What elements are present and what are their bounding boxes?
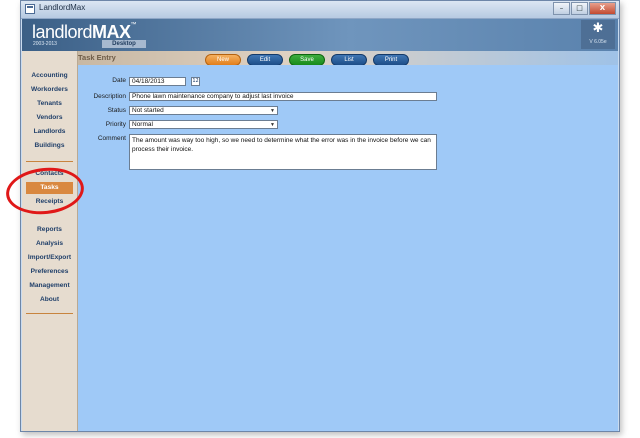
window-controls: – □ X	[552, 2, 616, 15]
date-field[interactable]: 04/18/2013	[129, 77, 186, 86]
sidebar-item-landlords[interactable]: Landlords	[22, 126, 77, 138]
star-icon: ✱	[592, 21, 604, 36]
sidebar-item-buildings[interactable]: Buildings	[22, 140, 77, 152]
section-header: Task Entry New Edit Save List Print	[78, 51, 618, 66]
sidebar-item-reports[interactable]: Reports	[22, 224, 77, 236]
edition-badge: Desktop	[102, 40, 146, 48]
copyright-years: 2003-2013	[33, 41, 57, 47]
app-icon	[25, 4, 35, 14]
comment-field[interactable]: The amount was way too high, so we need …	[129, 134, 437, 170]
chevron-down-icon: ▼	[270, 108, 275, 114]
status-select[interactable]: Not started ▼	[129, 106, 278, 115]
maximize-button[interactable]: □	[571, 2, 588, 15]
sidebar-item-vendors[interactable]: Vendors	[22, 112, 77, 124]
sidebar-item-workorders[interactable]: Workorders	[22, 84, 77, 96]
sidebar-divider	[26, 313, 73, 314]
app-window: LandlordMax – □ X landlordMAX™ 2003-2013…	[20, 0, 620, 432]
description-label: Description	[93, 93, 126, 100]
sidebar-item-preferences[interactable]: Preferences	[22, 266, 77, 278]
calendar-icon[interactable]: 12	[191, 77, 200, 86]
window-title: LandlordMax	[39, 3, 86, 12]
section-title: Task Entry	[78, 53, 116, 62]
date-label: Date	[112, 77, 126, 84]
sidebar-item-management[interactable]: Management	[22, 280, 77, 292]
sidebar-item-accounting[interactable]: Accounting	[22, 70, 77, 82]
status-value: Not started	[132, 107, 164, 114]
sidebar-item-about[interactable]: About	[22, 294, 77, 306]
title-bar[interactable]: LandlordMax – □ X	[21, 1, 619, 19]
sidebar-item-import-export[interactable]: Import/Export	[22, 252, 77, 264]
task-entry-form: Date 04/18/2013 12 Description Phone law…	[78, 65, 618, 431]
sidebar-nav: Accounting Workorders Tenants Vendors La…	[22, 51, 78, 431]
chevron-down-icon: ▼	[270, 122, 275, 128]
sidebar-item-tenants[interactable]: Tenants	[22, 98, 77, 110]
version-box: ✱ V 6.05e	[581, 20, 615, 49]
comment-label: Comment	[97, 135, 126, 142]
minimize-button[interactable]: –	[553, 2, 570, 15]
priority-value: Normal	[132, 121, 153, 128]
version-label: V 6.05e	[589, 39, 607, 45]
description-field[interactable]: Phone lawn maintenance company to adjust…	[129, 92, 437, 101]
sidebar-divider	[26, 161, 73, 162]
sidebar-item-analysis[interactable]: Analysis	[22, 238, 77, 250]
priority-label: Priority	[105, 121, 126, 128]
close-button[interactable]: X	[589, 2, 616, 15]
app-header: landlordMAX™ 2003-2013 Desktop ✱ V 6.05e	[22, 19, 618, 51]
status-label: Status	[107, 107, 126, 114]
priority-select[interactable]: Normal ▼	[129, 120, 278, 129]
